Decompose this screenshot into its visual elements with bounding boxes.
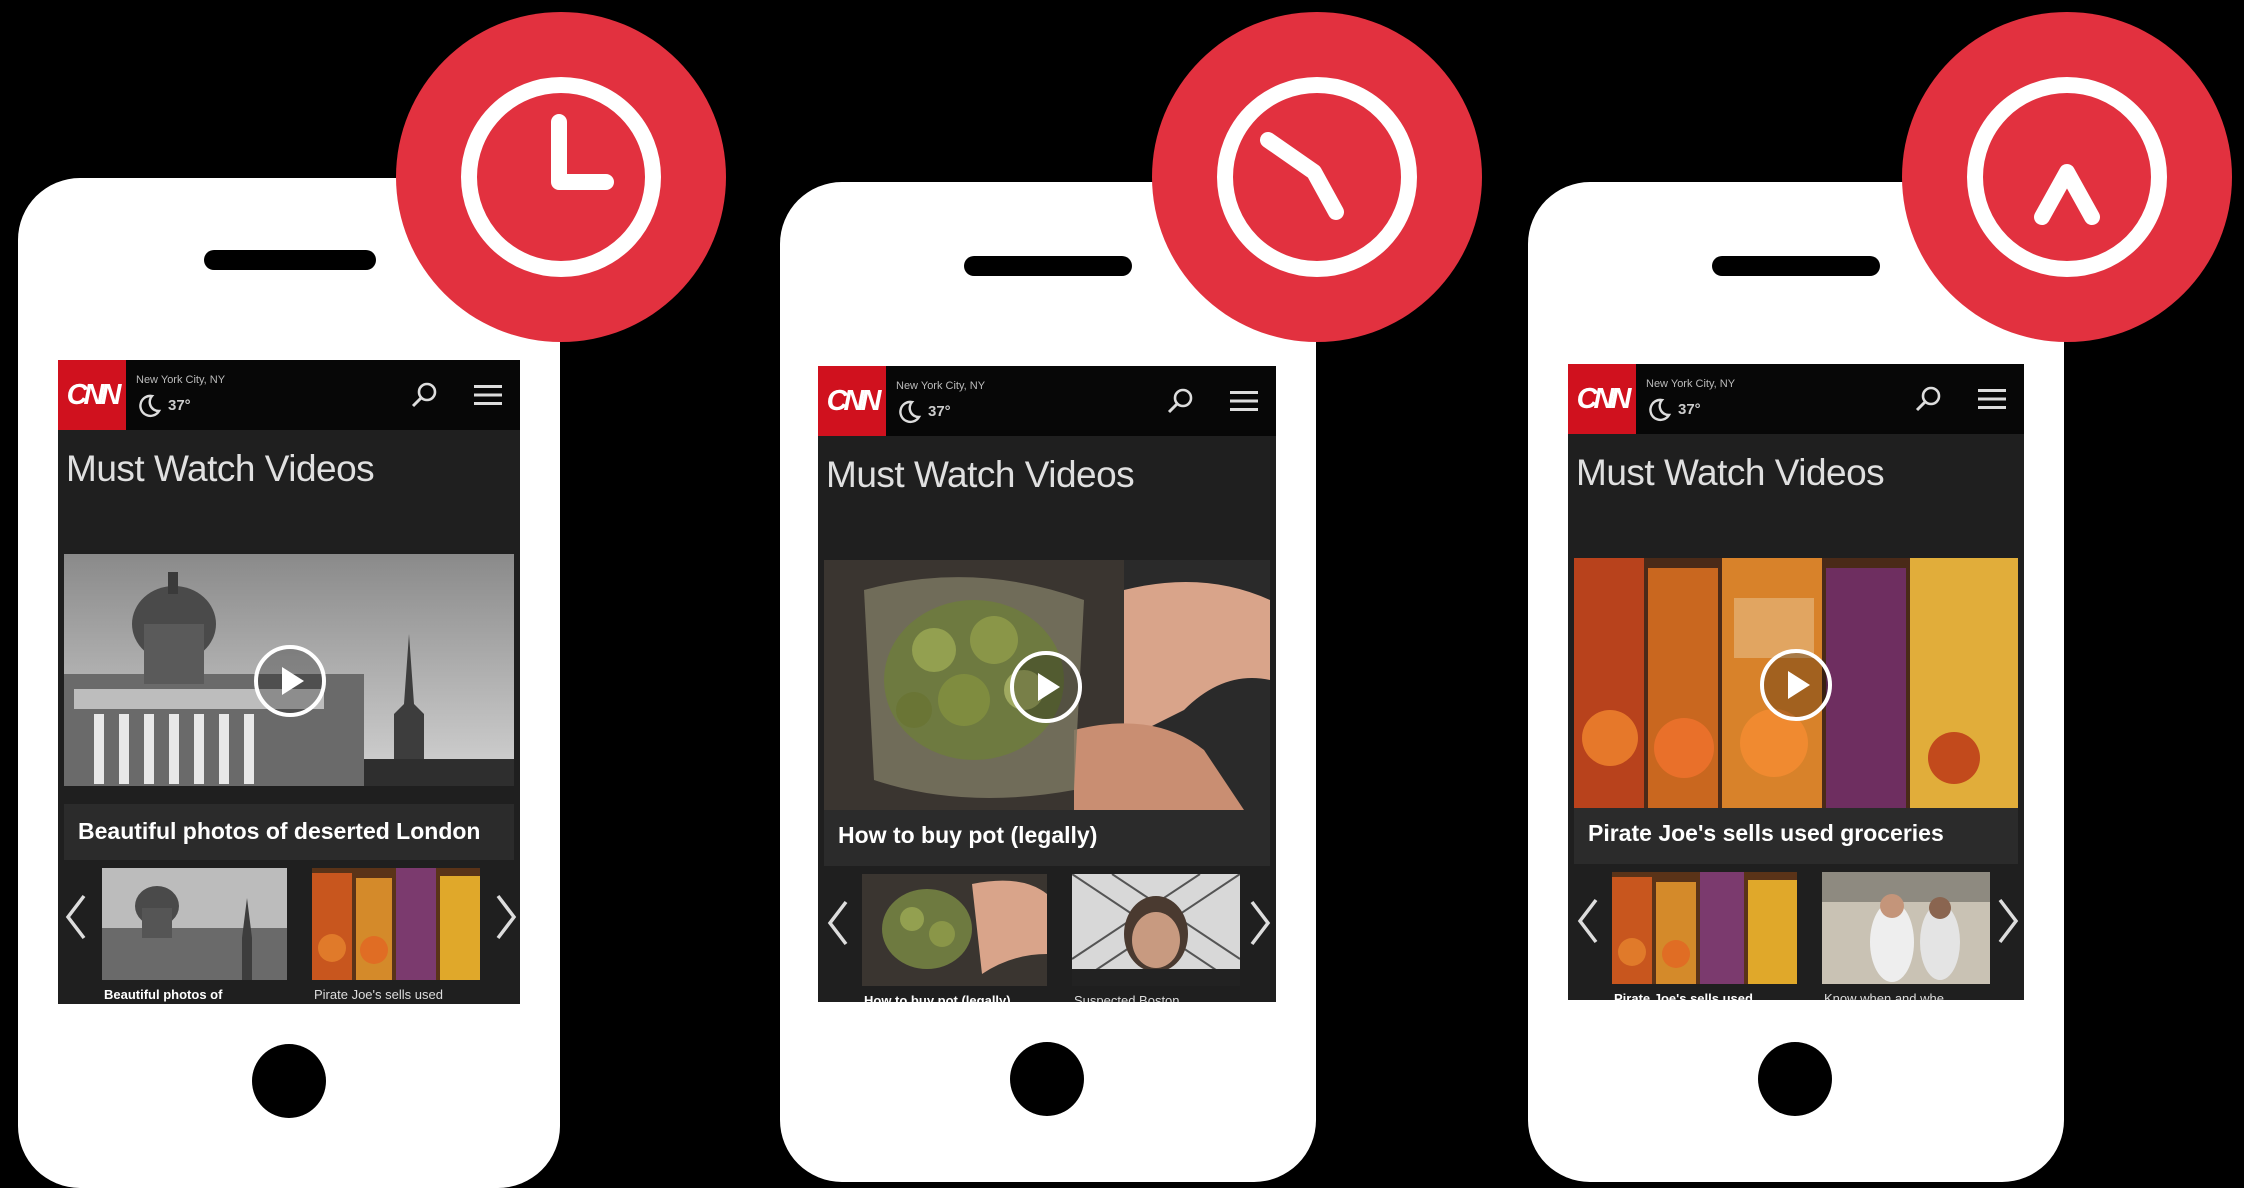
- hero-caption-bar: How to buy pot (legally): [824, 810, 1270, 866]
- search-icon[interactable]: [1166, 386, 1196, 416]
- menu-icon[interactable]: [1978, 388, 2006, 410]
- play-button[interactable]: [1760, 649, 1832, 721]
- carousel-right-arrow-icon[interactable]: [494, 892, 518, 942]
- carousel-thumbnail[interactable]: [1072, 874, 1240, 986]
- thumbnail-caption[interactable]: Pirate Joe's sells used: [1614, 991, 1753, 1000]
- weather-temperature: 37°: [168, 397, 191, 414]
- moon-icon: [139, 394, 162, 418]
- badge-3: [1902, 12, 2232, 342]
- thumbnail-caption[interactable]: Suspected Boston: [1074, 993, 1180, 1002]
- home-button[interactable]: [1758, 1042, 1832, 1116]
- section-heading: Must Watch Videos: [1576, 452, 1885, 493]
- play-button[interactable]: [1010, 651, 1082, 723]
- thumbnail-image: [312, 868, 480, 980]
- carousel-left-arrow-icon[interactable]: [826, 898, 850, 948]
- thumbnail-image: [862, 874, 1047, 986]
- thumbnail-caption[interactable]: How to buy pot (legally): [864, 993, 1011, 1002]
- phone-screen: CNN New York City, NY 37° Must Watch Vid…: [1568, 364, 2024, 1000]
- thumbnail-caption[interactable]: Beautiful photos of: [104, 987, 222, 1002]
- top-bar: CNN New York City, NY 37°: [58, 360, 520, 430]
- phone-screen: CNN New York City, NY 37° Must Watch Vid…: [58, 360, 520, 1004]
- hero-video[interactable]: [824, 560, 1270, 810]
- phone-speaker: [964, 256, 1132, 276]
- cnn-logo[interactable]: CNN: [818, 366, 886, 436]
- carousel-left-arrow-icon[interactable]: [64, 892, 88, 942]
- cnn-logo[interactable]: CNN: [58, 360, 126, 430]
- hero-video[interactable]: [1574, 558, 2018, 808]
- thumbnail-image: [1822, 872, 1990, 984]
- thumbnail-image: [1072, 874, 1240, 986]
- carousel-thumbnail[interactable]: [1822, 872, 1990, 984]
- carousel-left-arrow-icon[interactable]: [1576, 896, 1600, 946]
- phone-screen: CNN New York City, NY 37° Must Watch Vid…: [818, 366, 1276, 1002]
- phone-speaker: [1712, 256, 1880, 276]
- section-heading: Must Watch Videos: [66, 448, 375, 489]
- badge-2: [1152, 12, 1482, 342]
- hero-caption-bar: Pirate Joe's sells used groceries: [1574, 808, 2018, 864]
- search-icon[interactable]: [1914, 384, 1944, 414]
- menu-icon[interactable]: [1230, 390, 1258, 412]
- hero-caption[interactable]: Beautiful photos of deserted London: [78, 818, 480, 845]
- home-button[interactable]: [252, 1044, 326, 1118]
- weather-temperature: 37°: [1678, 401, 1701, 418]
- thumbnail-caption[interactable]: Pirate Joe's sells used: [314, 987, 443, 1002]
- timer-hand-icon: [1217, 77, 1417, 277]
- hero-caption-bar: Beautiful photos of deserted London: [64, 804, 514, 860]
- cnn-logo[interactable]: CNN: [1568, 364, 1636, 434]
- phone-speaker: [204, 250, 376, 270]
- section-heading: Must Watch Videos: [826, 454, 1135, 495]
- carousel-thumbnail[interactable]: [862, 874, 1047, 986]
- hero-video[interactable]: [64, 554, 514, 804]
- hero-caption[interactable]: Pirate Joe's sells used groceries: [1588, 820, 1944, 847]
- weather-location: New York City, NY: [896, 380, 986, 392]
- carousel-right-arrow-icon[interactable]: [1996, 896, 2020, 946]
- caret-up-icon: [1967, 77, 2167, 277]
- home-button[interactable]: [1010, 1042, 1084, 1116]
- carousel-right-arrow-icon[interactable]: [1248, 898, 1272, 948]
- top-bar: CNN New York City, NY 37°: [1568, 364, 2024, 434]
- thumbnail-image: [102, 868, 287, 980]
- weather-location: New York City, NY: [136, 374, 226, 386]
- thumbnail-image: [1612, 872, 1797, 984]
- thumbnail-caption[interactable]: Know when and whe: [1824, 991, 1944, 1000]
- badge-1: [396, 12, 726, 342]
- clock-icon: [461, 77, 661, 277]
- carousel-thumbnail[interactable]: [312, 868, 480, 980]
- menu-icon[interactable]: [474, 384, 502, 406]
- weather-location: New York City, NY: [1646, 378, 1736, 390]
- search-icon[interactable]: [410, 380, 440, 410]
- carousel-thumbnail[interactable]: [1612, 872, 1797, 984]
- play-button[interactable]: [254, 645, 326, 717]
- weather-temperature: 37°: [928, 403, 951, 420]
- hero-caption[interactable]: How to buy pot (legally): [838, 822, 1097, 849]
- moon-icon: [899, 400, 922, 424]
- moon-icon: [1649, 398, 1672, 422]
- top-bar: CNN New York City, NY 37°: [818, 366, 1276, 436]
- carousel-thumbnail[interactable]: [102, 868, 287, 980]
